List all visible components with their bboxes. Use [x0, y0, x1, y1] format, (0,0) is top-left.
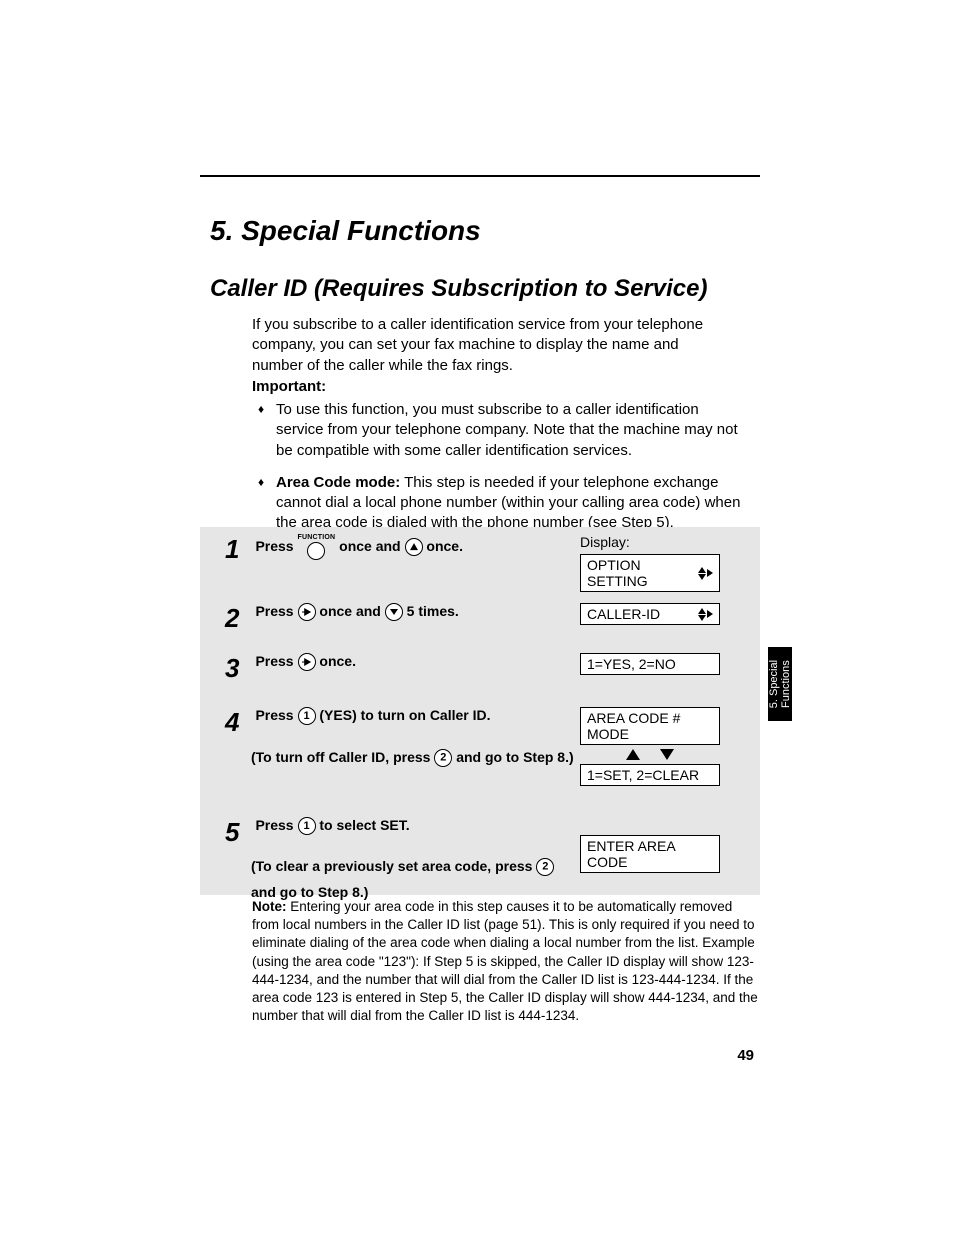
down-arrow-icon: [660, 749, 674, 760]
right-button-icon: [298, 653, 316, 671]
function-button-icon: FUNCTION: [298, 534, 336, 560]
display-text: 1=YES, 2=NO: [587, 656, 676, 672]
step-text-fragment: once and: [339, 538, 404, 554]
note-label: Note:: [252, 899, 287, 914]
step-text-fragment: (YES) to turn on Caller ID.: [319, 707, 490, 723]
note-text: Entering your area code in this step cau…: [252, 899, 758, 1023]
bullet-list: To use this function, you must subscribe…: [258, 400, 746, 546]
one-button-icon: 1: [298, 817, 316, 835]
step-text-fragment: Press: [255, 707, 297, 723]
display-box: AREA CODE # MODE: [580, 707, 720, 745]
two-button-icon: 2: [536, 858, 554, 876]
sidetab-line: 5. Special: [768, 660, 780, 708]
note-paragraph: Note: Entering your area code in this st…: [252, 898, 758, 1026]
sidetab-line: Functions: [780, 660, 792, 708]
step-2: 2 Press once and 5 times.: [225, 603, 575, 634]
display-box: 1=SET, 2=CLEAR: [580, 764, 720, 786]
nav-arrows-icon: [698, 567, 713, 580]
nav-arrows-icon: [698, 608, 713, 621]
step-text-fragment: Press: [255, 603, 297, 619]
step-number: 5: [225, 817, 251, 848]
step-number: 4: [225, 707, 251, 738]
button-digit: 1: [303, 820, 309, 832]
header-rule: [200, 175, 760, 177]
step-text: Press once.: [255, 653, 356, 669]
step-4: 4 Press 1 (YES) to turn on Caller ID. (T…: [225, 707, 575, 770]
button-digit: 2: [440, 749, 446, 768]
display-column: Display: OPTION SETTING: [580, 534, 720, 592]
display-box: 1=YES, 2=NO: [580, 653, 720, 675]
step-number: 2: [225, 603, 251, 634]
section-tab: 5. Special Functions: [768, 647, 792, 721]
display-text: ENTER AREA CODE: [587, 838, 713, 870]
step-text-fragment: Press: [255, 653, 297, 669]
nav-arrows-row: [580, 749, 720, 760]
step-text-fragment: to select SET.: [319, 817, 409, 833]
step-3: 3 Press once.: [225, 653, 575, 684]
intro-paragraph: If you subscribe to a caller identificat…: [252, 315, 732, 376]
list-item: To use this function, you must subscribe…: [258, 400, 746, 461]
step-text-fragment: once.: [319, 653, 356, 669]
display-header: Display:: [580, 534, 720, 550]
button-digit: 1: [303, 710, 309, 722]
list-item: Area Code mode: This step is needed if y…: [258, 473, 746, 534]
step-text-fragment: 5 times.: [407, 603, 459, 619]
up-button-icon: [405, 538, 423, 556]
one-button-icon: 1: [298, 707, 316, 725]
down-button-icon: [385, 603, 403, 621]
display-box: OPTION SETTING: [580, 554, 720, 592]
display-text: 1=SET, 2=CLEAR: [587, 767, 699, 783]
button-digit: 2: [542, 857, 548, 877]
step-text-fragment: Press: [255, 817, 297, 833]
two-button-icon: 2: [434, 749, 452, 767]
right-button-icon: [298, 603, 316, 621]
section-tab-label: 5. Special Functions: [768, 660, 792, 708]
important-label: Important:: [252, 378, 326, 395]
step-5: 5 Press 1 to select SET. (To clear a pre…: [225, 817, 575, 906]
display-box: ENTER AREA CODE: [580, 835, 720, 873]
step-subtext: (To turn off Caller ID, press 2 and go t…: [251, 746, 575, 770]
step-1: 1 Press FUNCTION once and once.: [225, 534, 575, 565]
step-number: 1: [225, 534, 251, 565]
display-text: CALLER-ID: [587, 606, 660, 622]
display-text: OPTION SETTING: [587, 557, 698, 589]
bullet-text: To use this function, you must subscribe…: [276, 401, 738, 459]
step-text-fragment: once and: [319, 603, 384, 619]
display-box: CALLER-ID: [580, 603, 720, 625]
display-text: AREA CODE # MODE: [587, 710, 713, 742]
page-number: 49: [737, 1047, 754, 1064]
step-text-fragment: (To clear a previously set area code, pr…: [251, 858, 536, 874]
step-text-fragment: and go to Step 8.): [456, 749, 573, 765]
step-number: 3: [225, 653, 251, 684]
chapter-title: 5. Special Functions: [210, 215, 481, 247]
display-column: 1=YES, 2=NO: [580, 653, 720, 675]
step-text: Press 1 (YES) to turn on Caller ID.: [255, 707, 490, 723]
step-text: Press 1 to select SET.: [255, 817, 409, 833]
step-text: Press FUNCTION once and once.: [255, 538, 463, 554]
section-title: Caller ID (Requires Subscription to Serv…: [210, 275, 707, 303]
step-text-fragment: once.: [426, 538, 463, 554]
step-text-fragment: Press: [255, 538, 297, 554]
manual-page: 5. Special Functions Caller ID (Requires…: [0, 0, 954, 1235]
bullet-lead: Area Code mode:: [276, 474, 400, 491]
step-text-fragment: (To turn off Caller ID, press: [251, 749, 434, 765]
display-column: AREA CODE # MODE 1=SET, 2=CLEAR: [580, 707, 720, 786]
display-column: CALLER-ID: [580, 603, 720, 625]
function-button-label: FUNCTION: [298, 534, 336, 541]
step-text: Press once and 5 times.: [255, 603, 458, 619]
up-arrow-icon: [626, 749, 640, 760]
display-column: ENTER AREA CODE: [580, 835, 720, 873]
